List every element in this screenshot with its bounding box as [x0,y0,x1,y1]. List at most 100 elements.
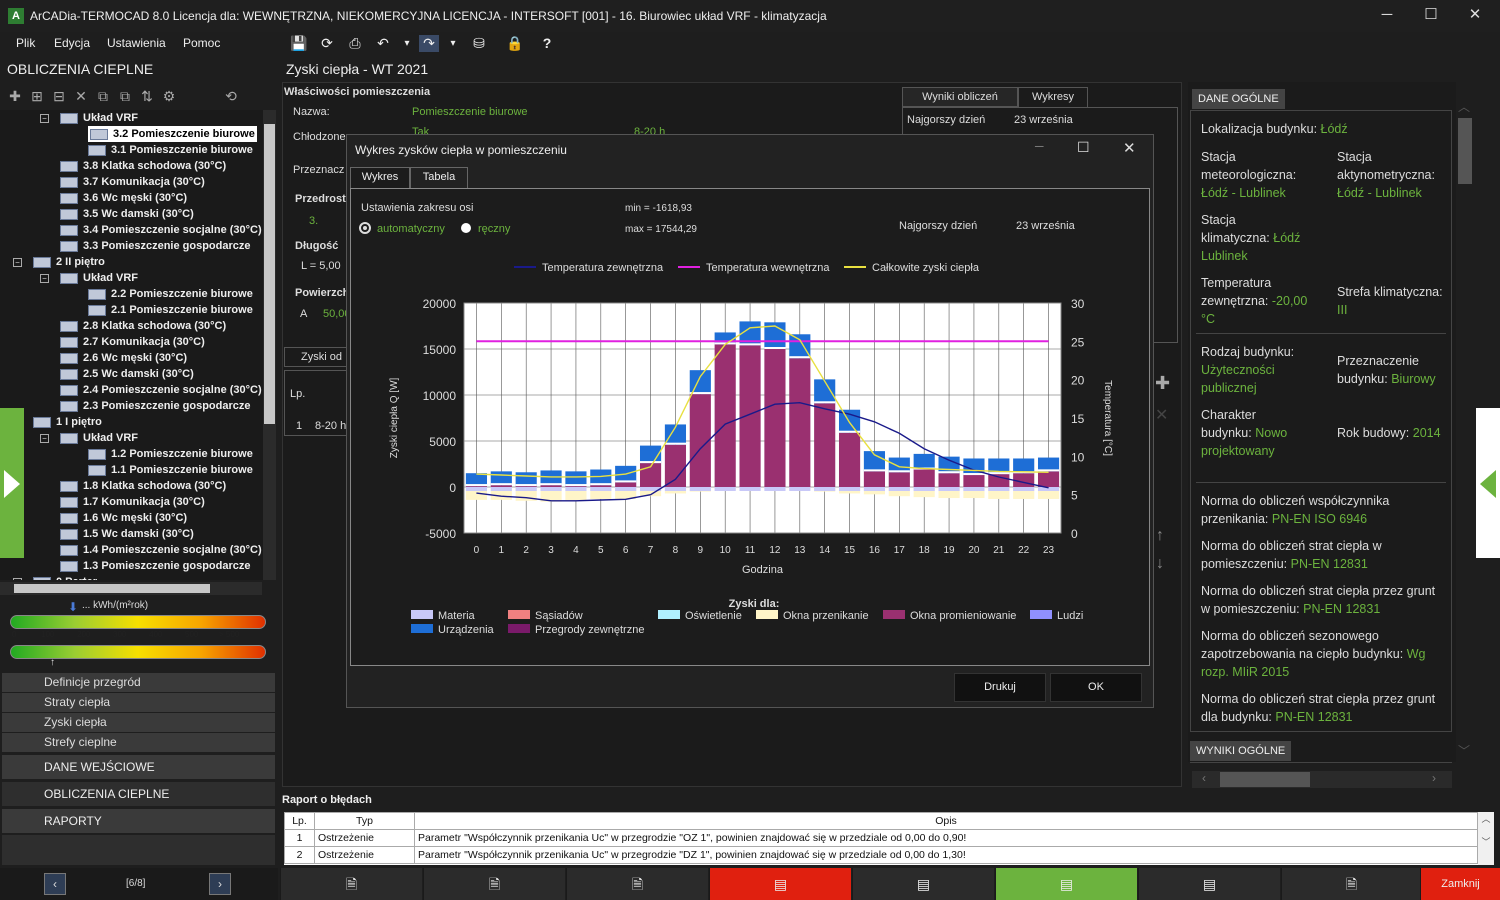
left-expand-arrow[interactable] [0,408,24,558]
nav-zyski-ciepla[interactable]: Zyski ciepła [2,713,275,732]
scroll-up-icon[interactable]: ︿ [1458,98,1470,115]
document-icon[interactable]: 🗎 [1281,868,1421,900]
redo-icon[interactable]: ↷ [419,35,439,52]
expand-toggle-icon[interactable]: − [40,114,49,123]
undo-icon[interactable]: ↶ [373,35,393,52]
sync-icon[interactable]: ⟲ [220,88,242,105]
tree-item[interactable]: 1.4 Pomieszczenie socjalne (30°C) [60,542,262,558]
tree-item[interactable]: Układ VRF [60,110,138,126]
sort-icon[interactable]: ⇅ [136,88,158,105]
stacja-met-value[interactable]: Łódź - Lublinek [1201,186,1286,200]
norma5-value[interactable]: PN-EN 12831 [1275,710,1352,724]
tree-item[interactable]: 3.7 Komunikacja (30°C) [60,174,205,190]
tree-item[interactable]: 3.8 Klatka schodowa (30°C) [60,158,226,174]
tab-wyniki-obliczen[interactable]: Wyniki obliczeń [902,87,1018,107]
report-icon[interactable]: 🗎 [423,868,565,900]
tree-item[interactable]: Układ VRF [60,270,138,286]
tree-item[interactable]: Układ VRF [60,430,138,446]
rodzaj-value[interactable]: Użyteczności publicznej [1201,363,1275,395]
table-report-icon[interactable]: ▤ [709,868,851,900]
nav-obliczenia-cieplne[interactable]: OBLICZENIA CIEPLNE [2,782,275,806]
menu-edycja[interactable]: Edycja [54,36,90,50]
scroll-down-icon[interactable]: ﹀ [1458,742,1470,759]
dialog-maximize-button[interactable]: ☐ [1077,139,1090,156]
nav-strefy-cieplne[interactable]: Strefy cieplne [2,733,275,752]
minimize-button[interactable]: ─ [1364,0,1410,32]
expand-toggle-icon[interactable]: − [13,258,22,267]
norma1-value[interactable]: PN-EN ISO 6946 [1272,512,1367,526]
tree-item[interactable]: 1 I piętro [33,414,102,430]
tree-item[interactable]: 1.7 Komunikacja (30°C) [60,494,205,510]
rok-value[interactable]: 2014 [1413,426,1441,440]
report-icon[interactable]: 🗎 [566,868,708,900]
dialog-close-button[interactable]: ✕ [1123,139,1136,157]
tree-item[interactable]: 2.1 Pomieszczenie biurowe [88,302,253,318]
nav-straty-ciepla[interactable]: Straty ciepła [2,693,275,712]
table-report-icon[interactable]: ▤ [1138,868,1280,900]
tree-item[interactable]: 2 II piętro [33,254,105,270]
next-page-button[interactable]: › [209,873,231,895]
tree-horizontal-scrollbar[interactable] [0,582,262,595]
refresh-icon[interactable]: ⟳ [317,35,337,52]
tree-item[interactable]: 1.6 Wc męski (30°C) [60,510,187,526]
add-sub-icon[interactable]: ⊞ [26,88,48,105]
norma2-value[interactable]: PN-EN 12831 [1291,557,1368,571]
undo-dropdown-icon[interactable]: ▾ [397,38,417,49]
redo-dropdown-icon[interactable]: ▾ [443,38,463,49]
add-icon[interactable]: ✚ [4,88,26,105]
tree-item[interactable]: 0 Parter [33,574,97,580]
nav-dane-wejsciowe[interactable]: DANE WEJŚCIOWE [2,755,275,779]
error-scrollbar[interactable]: ︿ ﹀ [1478,812,1494,865]
tree-item[interactable]: 3.1 Pomieszczenie biurowe [88,142,253,158]
nav-definicje-przegrod[interactable]: Definicje przegród [2,673,275,692]
tree-item[interactable]: 1.2 Pomieszczenie biurowe [88,446,253,462]
tab-zyski-od[interactable]: Zyski od [284,347,350,367]
tree-item[interactable]: 2.3 Pomieszczenie gospodarcze [60,398,251,414]
menu-pomoc[interactable]: Pomoc [183,36,220,50]
save-icon[interactable]: 💾 [289,35,309,52]
stacja-akt-value[interactable]: Łódź - Lublinek [1337,186,1422,200]
table-row[interactable]: 2 Ostrzeżenie Parametr "Współczynnik prz… [284,846,1478,864]
move-up-icon[interactable]: ↑ [1156,527,1164,545]
move-down-icon[interactable]: ↓ [1156,555,1164,573]
tree-item[interactable]: 1.8 Klatka schodowa (30°C) [60,478,226,494]
expand-toggle-icon[interactable]: − [40,434,49,443]
expand-toggle-icon[interactable]: − [40,274,49,283]
ok-button[interactable]: OK [1050,673,1142,702]
right-hscrollbar[interactable]: ‹ › [1192,771,1452,788]
table-report-icon[interactable]: ▤ [995,868,1137,900]
table-row[interactable]: 1 Ostrzeżenie Parametr "Współczynnik prz… [284,829,1478,847]
dlugosc-value[interactable]: L = 5,00 [301,260,341,272]
lock-icon[interactable]: 🔒 [505,35,525,52]
tree-item[interactable]: 3.4 Pomieszczenie socjalne (30°C) [60,222,262,238]
tree-item[interactable]: 3.3 Pomieszczenie gospodarcze [60,238,251,254]
dialog-minimize-button[interactable]: ─ [1035,139,1044,153]
maximize-button[interactable]: ☐ [1408,0,1454,32]
tree-item[interactable]: 2.8 Klatka schodowa (30°C) [60,318,226,334]
report-icon[interactable]: 🗎 [280,868,422,900]
tree-item[interactable]: 2.2 Pomieszczenie biurowe [88,286,253,302]
tree-item[interactable]: 2.7 Komunikacja (30°C) [60,334,205,350]
tree-item[interactable]: 3.2 Pomieszczenie biurowe [88,126,257,142]
right-expand-arrow[interactable] [1476,408,1500,558]
table-report-icon[interactable]: ▤ [852,868,994,900]
tab-wykresy[interactable]: Wykresy [1018,87,1088,107]
lokalizacja-value[interactable]: Łódź [1321,122,1348,136]
print-preview-icon[interactable]: ⎙ [345,35,365,52]
tree-item[interactable]: 3.5 Wc damski (30°C) [60,206,194,222]
prev-page-button[interactable]: ‹ [44,873,66,895]
right-panel-scrollbar[interactable] [1458,118,1472,184]
settings-icon[interactable]: ⚙ [158,88,180,105]
tree-item[interactable]: 3.6 Wc męski (30°C) [60,190,187,206]
przedrostek-value[interactable]: 3. [309,215,318,227]
close-button[interactable]: ✕ [1452,0,1498,32]
menu-plik[interactable]: Plik [16,36,35,50]
copy-icon[interactable]: ⧉ [92,88,114,105]
tree-vertical-scrollbar[interactable] [263,110,276,580]
tree-item[interactable]: 1.5 Wc damski (30°C) [60,526,194,542]
menu-ustawienia[interactable]: Ustawienia [107,36,166,50]
add-icon[interactable]: ✚ [1155,373,1170,394]
norma3-value[interactable]: PN-EN 12831 [1303,602,1380,616]
print-button[interactable]: Drukuj [954,673,1046,702]
delete-icon[interactable]: ✕ [70,88,92,105]
